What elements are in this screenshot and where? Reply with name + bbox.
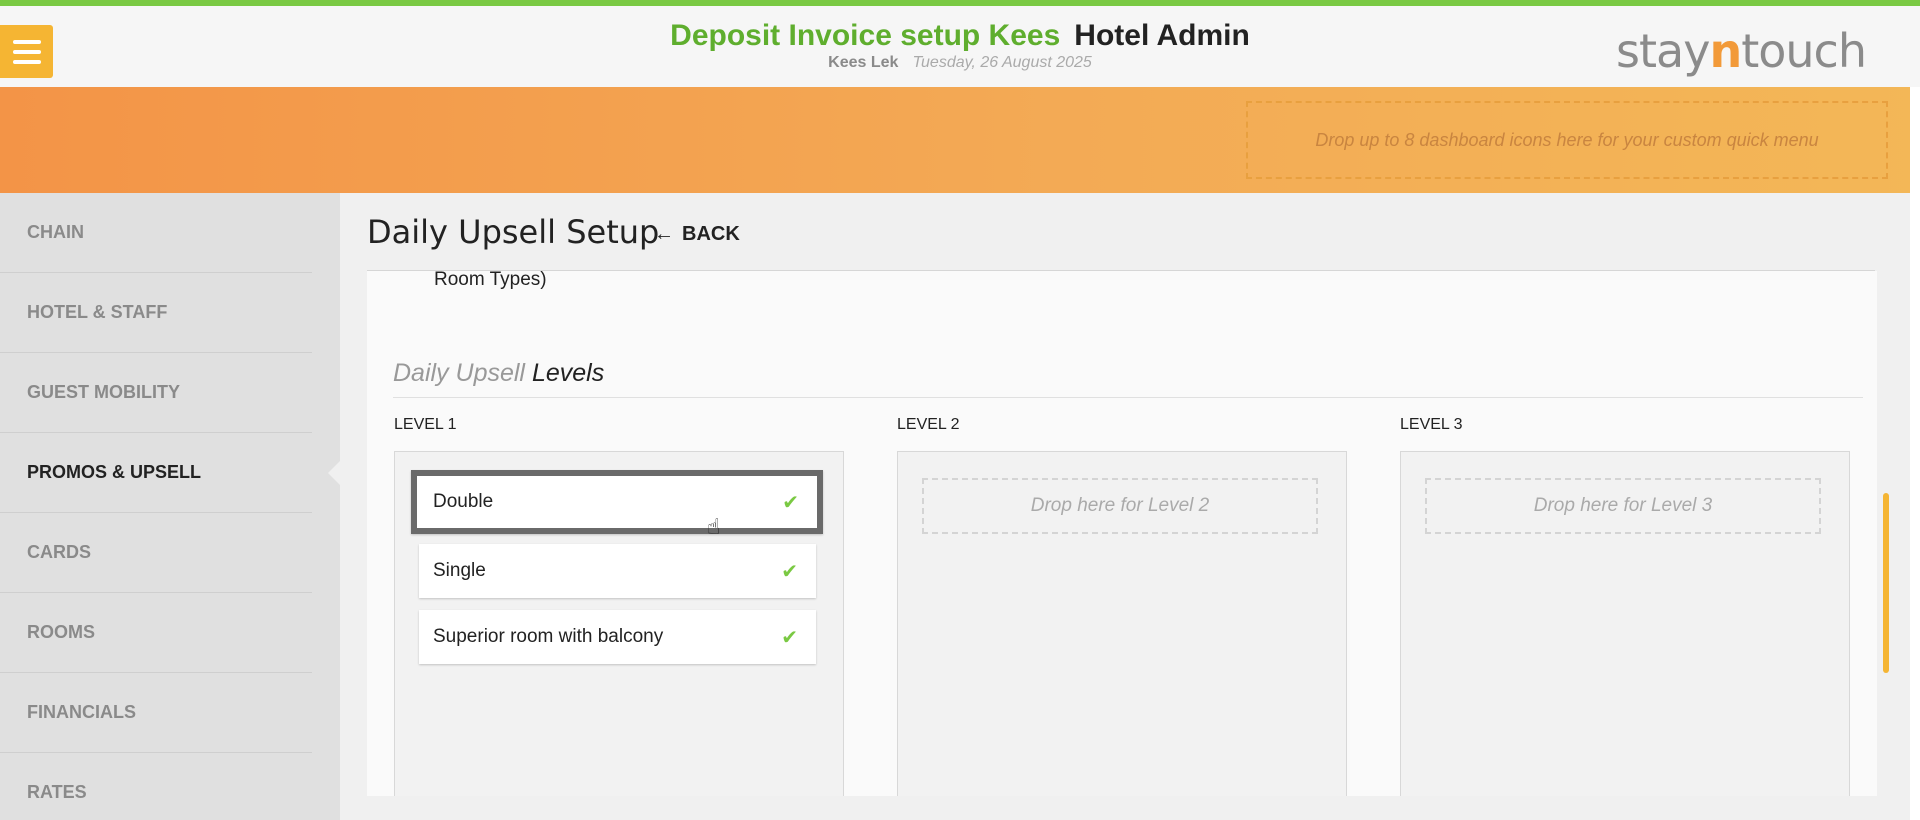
back-button[interactable]: ← BACK [654,223,740,246]
level-2-column[interactable]: Drop here for Level 2 [897,451,1347,796]
arrow-left-icon: ← [654,223,674,245]
level-3-label: LEVEL 3 [1400,416,1463,433]
brand-logo: stayntouch [1616,24,1867,78]
sidebar-item-cards[interactable]: CARDS [0,513,312,593]
section-heading: Daily Upsell Levels [393,359,604,388]
checkmark-icon[interactable]: ✔ [781,559,798,584]
hand-cursor-icon: ☝ [707,514,721,539]
room-card-double[interactable]: Double ✔ ☝ [411,470,823,539]
section-divider [393,397,1863,398]
level-1-column[interactable]: Double ✔ ☝ Single ✔ Superior room with b… [394,451,844,796]
brand-logo-accent: n [1709,24,1742,78]
quick-menu-band: Drop up to 8 dashboard icons here for yo… [0,87,1920,193]
level-3-column[interactable]: Drop here for Level 3 [1400,451,1850,796]
room-name: Double [433,491,494,512]
sidebar-item-guest-mobility[interactable]: GUEST MOBILITY [0,353,312,433]
sidebar-item-promos-upsell[interactable]: PROMOS & UPSELL [0,433,312,513]
page-title: Daily Upsell Setup [367,213,660,251]
room-card-single[interactable]: Single ✔ [419,544,816,598]
brand-logo-part: stay [1616,24,1710,78]
sidebar-item-rates[interactable]: RATES [0,753,312,820]
property-title: Deposit Invoice setup Kees [670,19,1061,52]
current-date: Tuesday, 26 August 2025 [912,54,1092,71]
level-2-label: LEVEL 2 [897,416,960,433]
sidebar-item-financials[interactable]: FINANCIALS [0,673,312,753]
room-name: Single [433,560,486,581]
quick-menu-dropzone[interactable]: Drop up to 8 dashboard icons here for yo… [1246,101,1888,179]
checkmark-icon[interactable]: ✔ [782,490,799,515]
user-name: Kees Lek [828,54,899,71]
vertical-scrollbar[interactable] [1883,493,1889,673]
main-content: Daily Upsell Setup ← BACK Room Types) Da… [340,193,1920,820]
room-card-superior[interactable]: Superior room with balcony ✔ [419,610,816,664]
sidebar-item-chain[interactable]: CHAIN [0,193,312,273]
brand-logo-part: touch [1741,24,1867,78]
room-types-text: Room Types) [434,271,547,290]
upsell-panel: Room Types) Daily Upsell Levels LEVEL 1 … [367,271,1877,796]
section-heading-dark: Levels [531,359,605,387]
level-3-dropzone[interactable]: Drop here for Level 3 [1425,478,1821,534]
sidebar-item-hotel-staff[interactable]: HOTEL & STAFF [0,273,312,353]
back-label: BACK [682,223,740,245]
section-heading-light: Daily Upsell [393,359,525,387]
sidebar: CHAIN HOTEL & STAFF GUEST MOBILITY PROMO… [0,193,341,820]
sidebar-item-rooms[interactable]: ROOMS [0,593,312,673]
room-name: Superior room with balcony [433,626,664,647]
level-1-label: LEVEL 1 [394,416,457,433]
checkmark-icon[interactable]: ✔ [781,625,798,650]
level-2-dropzone[interactable]: Drop here for Level 2 [922,478,1318,534]
window-edge [1910,87,1920,820]
app-header: Deposit Invoice setup Kees Hotel Admin Ke… [0,6,1920,87]
app-title: Hotel Admin [1074,19,1250,52]
